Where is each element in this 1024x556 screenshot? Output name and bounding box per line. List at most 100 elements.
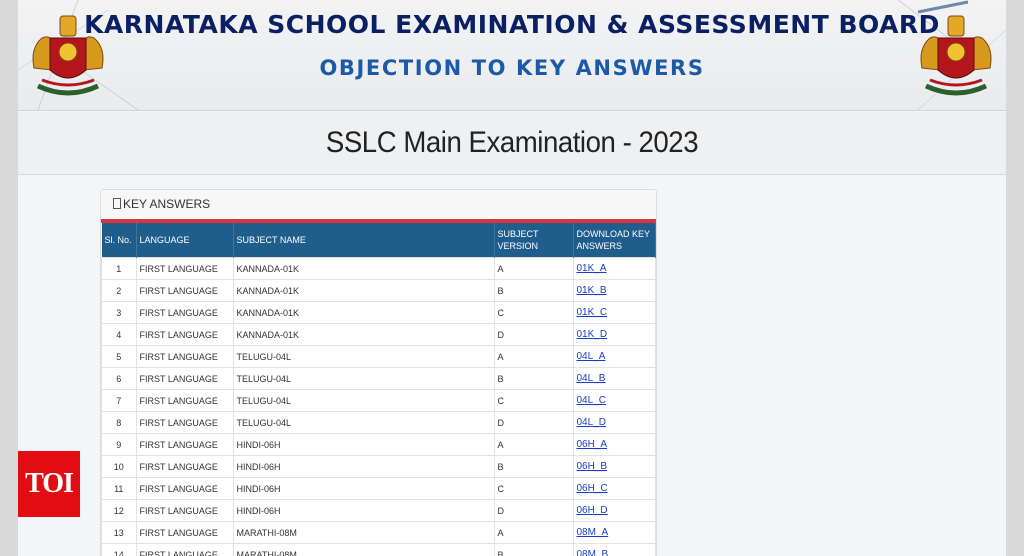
download-key-answer-link[interactable]: 01K_A <box>577 263 607 274</box>
language-cell: FIRST LANGUAGE <box>135 345 234 368</box>
download-key-answer-link[interactable]: 04L_C <box>577 395 606 406</box>
download-key-answer-link[interactable]: 04L_A <box>577 351 606 362</box>
exam-bar: SSLC Main Examination - 2023 <box>18 112 1006 175</box>
sl-no-cell: 3 <box>101 301 137 324</box>
table-row: 9 FIRST LANGUAGE HINDI-06H A 06H_A <box>101 433 656 456</box>
subject-version-cell: C <box>493 301 574 324</box>
download-key-answer-link[interactable]: 01K_B <box>577 285 607 296</box>
language-cell: FIRST LANGUAGE <box>135 301 234 324</box>
subject-version-cell: C <box>493 389 574 412</box>
subject-name-cell: MARATHI-08M <box>232 521 495 544</box>
table-row: 4 FIRST LANGUAGE KANNADA-01K D 01K_D <box>101 323 656 346</box>
language-cell: FIRST LANGUAGE <box>135 521 234 544</box>
table-row: 6 FIRST LANGUAGE TELUGU-04L B 04L_B <box>101 367 656 390</box>
page: KARNATAKA SCHOOL EXAMINATION & ASSESSMEN… <box>18 0 1006 556</box>
subject-name-cell: HINDI-06H <box>232 433 495 456</box>
subject-name-cell: TELUGU-04L <box>232 389 495 412</box>
subject-version-cell: A <box>493 345 574 368</box>
toi-watermark-logo: TOI <box>18 451 80 517</box>
subject-version-cell: D <box>493 323 574 346</box>
download-cell: 04L_C <box>572 389 656 412</box>
subject-name-cell: HINDI-06H <box>232 477 495 500</box>
table-row: 11 FIRST LANGUAGE HINDI-06H C 06H_C <box>101 477 656 500</box>
download-key-answer-link[interactable]: 06H_A <box>577 439 608 450</box>
sl-no-cell: 1 <box>101 257 137 280</box>
language-cell: FIRST LANGUAGE <box>135 389 234 412</box>
download-cell: 08M_B <box>572 543 656 556</box>
download-key-answer-link[interactable]: 08M_B <box>577 549 609 556</box>
download-key-answer-link[interactable]: 04L_D <box>577 417 606 428</box>
sl-no-cell: 7 <box>101 389 137 412</box>
language-cell: FIRST LANGUAGE <box>135 323 234 346</box>
sl-no-cell: 14 <box>101 543 137 556</box>
subject-version-cell: D <box>493 411 574 434</box>
download-cell: 01K_A <box>572 257 656 280</box>
exam-title: SSLC Main Examination - 2023 <box>325 126 699 159</box>
language-cell: FIRST LANGUAGE <box>135 455 234 478</box>
header-banner: KARNATAKA SCHOOL EXAMINATION & ASSESSMEN… <box>18 0 1006 111</box>
board-title: KARNATAKA SCHOOL EXAMINATION & ASSESSMEN… <box>84 10 940 39</box>
download-cell: 06H_C <box>572 477 656 500</box>
table-row: 1 FIRST LANGUAGE KANNADA-01K A 01K_A <box>101 257 656 280</box>
key-answers-panel: KEY ANSWERS Sl. No. LANGUAGE SUBJECT NAM… <box>100 189 657 556</box>
table-row: 13 FIRST LANGUAGE MARATHI-08M A 08M_A <box>101 521 656 544</box>
sl-no-cell: 12 <box>101 499 137 522</box>
subject-version-cell: B <box>493 279 574 302</box>
column-header-download: DOWNLOAD KEY ANSWERS <box>573 223 656 258</box>
subject-version-cell: B <box>493 543 574 556</box>
download-key-answer-link[interactable]: 01K_D <box>577 329 608 340</box>
language-cell: FIRST LANGUAGE <box>135 433 234 456</box>
download-cell: 01K_D <box>572 323 656 346</box>
table-row: 10 FIRST LANGUAGE HINDI-06H B 06H_B <box>101 455 656 478</box>
language-cell: FIRST LANGUAGE <box>135 499 234 522</box>
subject-version-cell: C <box>493 477 574 500</box>
subject-version-cell: B <box>493 367 574 390</box>
sl-no-cell: 13 <box>101 521 137 544</box>
download-key-answer-link[interactable]: 06H_D <box>577 505 608 516</box>
table-row: 2 FIRST LANGUAGE KANNADA-01K B 01K_B <box>101 279 656 302</box>
download-cell: 04L_A <box>572 345 656 368</box>
subject-name-cell: TELUGU-04L <box>232 367 495 390</box>
subject-version-cell: B <box>493 455 574 478</box>
subject-name-cell: KANNADA-01K <box>232 301 495 324</box>
download-cell: 08M_A <box>572 521 656 544</box>
column-header-subject-version: SUBJECT VERSION <box>494 223 574 258</box>
subject-version-cell: A <box>493 257 574 280</box>
sl-no-cell: 9 <box>101 433 137 456</box>
download-key-answer-link[interactable]: 04L_B <box>577 373 606 384</box>
panel-header: KEY ANSWERS <box>101 190 656 223</box>
download-key-answer-link[interactable]: 01K_C <box>577 307 608 318</box>
download-key-answer-link[interactable]: 06H_C <box>577 483 608 494</box>
language-cell: FIRST LANGUAGE <box>135 477 234 500</box>
subject-name-cell: KANNADA-01K <box>232 323 495 346</box>
sl-no-cell: 5 <box>101 345 137 368</box>
download-key-answer-link[interactable]: 06H_B <box>577 461 608 472</box>
download-key-answer-link[interactable]: 08M_A <box>577 527 609 538</box>
subject-version-cell: D <box>493 499 574 522</box>
page-subtitle: OBJECTION TO KEY ANSWERS <box>319 56 705 80</box>
right-margin <box>1006 0 1024 556</box>
table-row: 5 FIRST LANGUAGE TELUGU-04L A 04L_A <box>101 345 656 368</box>
download-cell: 01K_C <box>572 301 656 324</box>
table-header-row: Sl. No. LANGUAGE SUBJECT NAME SUBJECT VE… <box>101 223 656 258</box>
subject-name-cell: KANNADA-01K <box>232 279 495 302</box>
download-cell: 06H_D <box>572 499 656 522</box>
table-row: 14 FIRST LANGUAGE MARATHI-08M B 08M_B <box>101 543 656 556</box>
subject-name-cell: HINDI-06H <box>232 499 495 522</box>
download-cell: 04L_B <box>572 367 656 390</box>
table-row: 7 FIRST LANGUAGE TELUGU-04L C 04L_C <box>101 389 656 412</box>
karnataka-emblem-icon <box>908 8 1004 102</box>
subject-name-cell: TELUGU-04L <box>232 411 495 434</box>
table-row: 12 FIRST LANGUAGE HINDI-06H D 06H_D <box>101 499 656 522</box>
download-cell: 06H_B <box>572 455 656 478</box>
subject-name-cell: TELUGU-04L <box>232 345 495 368</box>
table-row: 8 FIRST LANGUAGE TELUGU-04L D 04L_D <box>101 411 656 434</box>
sl-no-cell: 6 <box>101 367 137 390</box>
panel-title: KEY ANSWERS <box>123 197 211 211</box>
language-cell: FIRST LANGUAGE <box>135 543 234 556</box>
key-answers-table: Sl. No. LANGUAGE SUBJECT NAME SUBJECT VE… <box>101 223 656 556</box>
sl-no-cell: 2 <box>101 279 137 302</box>
language-cell: FIRST LANGUAGE <box>135 411 234 434</box>
download-cell: 01K_B <box>572 279 656 302</box>
subject-name-cell: HINDI-06H <box>232 455 495 478</box>
